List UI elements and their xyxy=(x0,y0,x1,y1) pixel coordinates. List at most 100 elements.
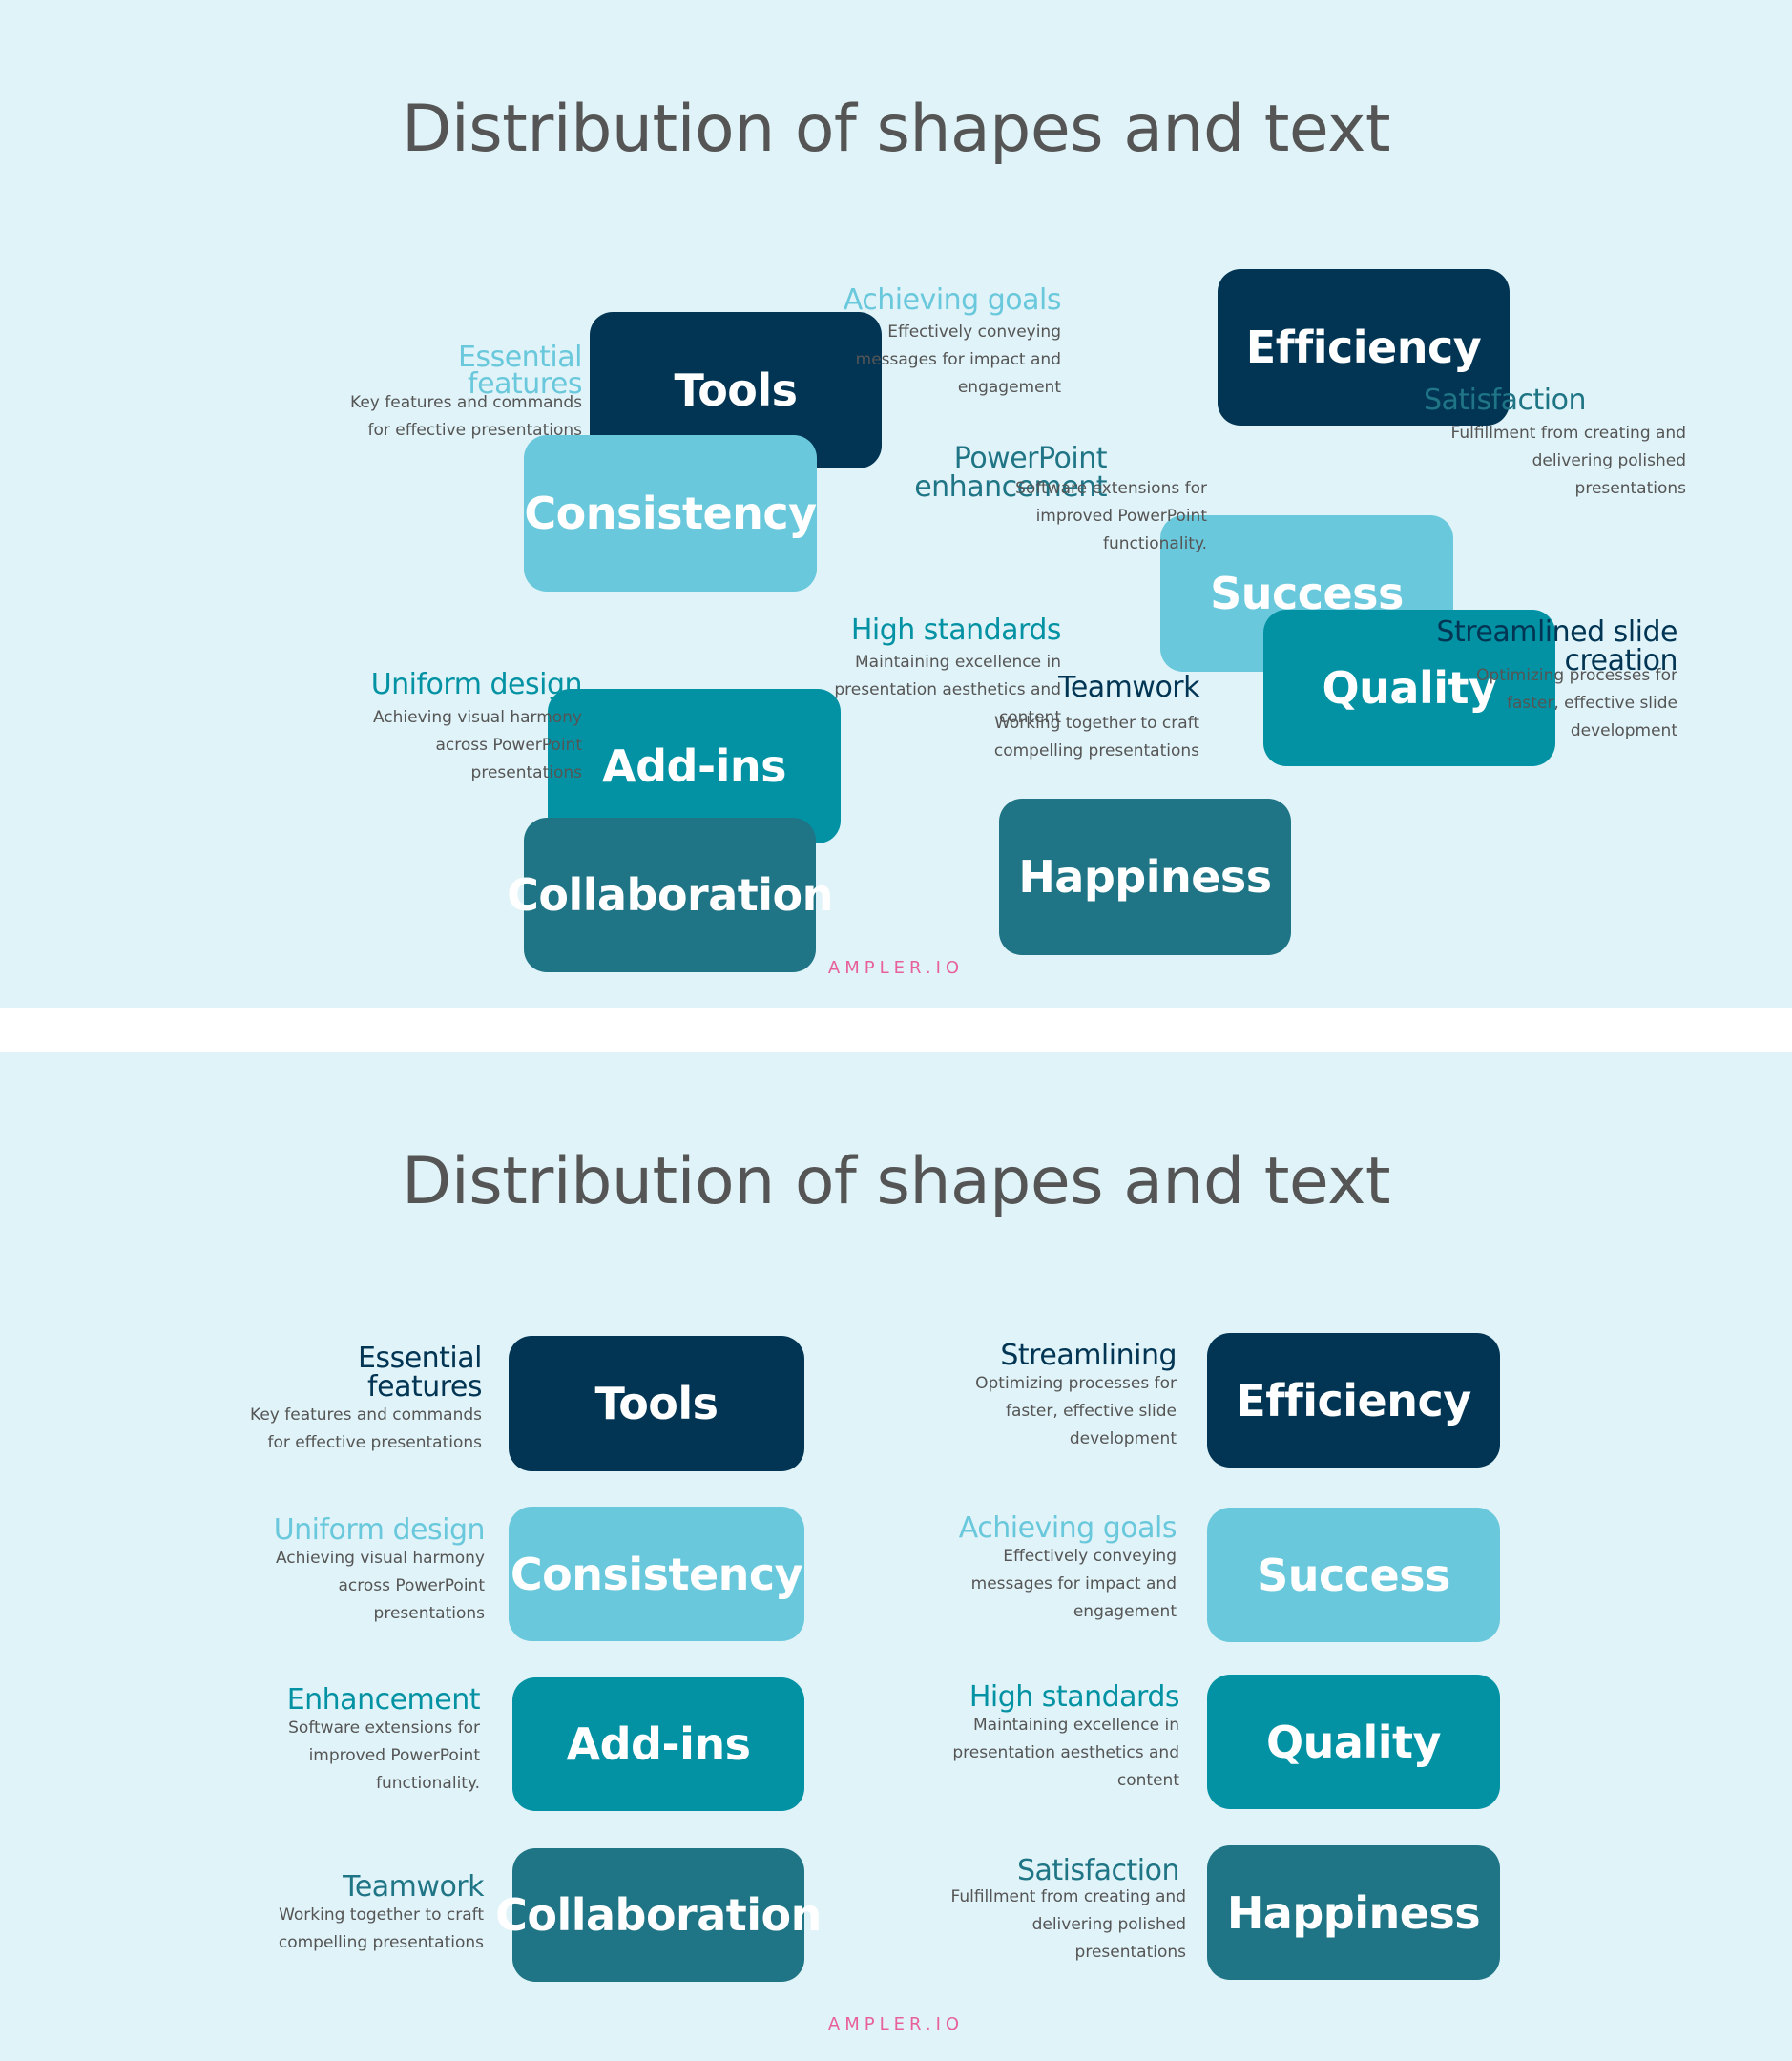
label-uniform-design: Uniform design Achieving visual harmony a… xyxy=(274,1516,486,1628)
label-heading: High standards xyxy=(850,614,1062,647)
label-heading: Enhancement xyxy=(286,1683,481,1717)
label-desc-line: Software extensions for xyxy=(1015,479,1207,498)
label-streamlining: Streamlining Optimizing processes for fas… xyxy=(975,1342,1177,1453)
label-satisfaction-desc: Fulfillment from creating and delivering … xyxy=(950,1884,1186,1967)
label-powerpoint-enhancement-desc: Software extensions for improved PowerPoi… xyxy=(1015,471,1207,558)
label-desc-line: Working together to craft xyxy=(279,1905,484,1925)
label-heading: Streamlined slide xyxy=(1436,615,1677,649)
box-quality: Quality xyxy=(1207,1675,1500,1809)
label-desc-line: faster, effective slide xyxy=(1005,1402,1177,1421)
label-desc-line: Achieving visual harmony xyxy=(275,1549,485,1568)
label-desc-line: presentations xyxy=(373,1604,485,1623)
box-label: Happiness xyxy=(1018,851,1272,903)
label-heading: PowerPoint xyxy=(953,442,1108,475)
label-satisfaction: Satisfaction xyxy=(1423,384,1587,417)
box-collaboration: Collaboration xyxy=(507,818,833,972)
label-desc-line: Effectively conveying xyxy=(887,323,1061,342)
box-label: Tools xyxy=(594,1378,719,1429)
label-heading: Teamwork xyxy=(1058,671,1199,704)
label-desc-line: improved PowerPoint xyxy=(1035,507,1207,526)
label-heading: features xyxy=(367,1370,482,1404)
label-desc-line: messages for impact and xyxy=(970,1574,1177,1593)
label-desc-line: Fulfillment from creating and xyxy=(950,1887,1186,1906)
label-heading: Uniform design xyxy=(370,668,583,701)
label-desc-line: faster, effective slide xyxy=(1506,694,1677,713)
box-label: Efficiency xyxy=(1245,322,1482,373)
label-streamlined-desc: Optimizing processes for faster, effectiv… xyxy=(1476,658,1677,745)
label-desc-line: Key features and commands xyxy=(350,393,582,412)
label-heading: Satisfaction xyxy=(1016,1854,1180,1887)
label-heading: Achieving goals xyxy=(843,283,1062,317)
label-desc-line: functionality. xyxy=(375,1774,480,1793)
box-collaboration: Collaboration xyxy=(495,1848,822,1982)
label-desc-line: Software extensions for xyxy=(288,1718,480,1738)
label-desc-line: Maintaining excellence in xyxy=(973,1716,1179,1735)
slide-top-scattered: Distribution of shapes and text Essentia… xyxy=(0,0,1792,1008)
label-satisfaction-desc: Fulfillment from creating and delivering … xyxy=(1450,416,1686,503)
box-success: Success xyxy=(1207,1508,1500,1642)
label-desc-line: across PowerPoint xyxy=(435,736,582,755)
label-heading: Teamwork xyxy=(343,1870,484,1904)
label-desc-line: Optimizing processes for xyxy=(1476,666,1677,685)
label-desc-line: Effectively conveying xyxy=(1003,1547,1177,1566)
box-label: Quality xyxy=(1266,1716,1441,1768)
label-achieving-goals: Achieving goals Effectively conveying mes… xyxy=(959,1514,1177,1626)
label-high-standards: High standards Maintaining excellence in… xyxy=(952,1683,1179,1795)
label-satisfaction: Satisfaction xyxy=(1016,1854,1180,1887)
box-addins: Add-ins xyxy=(512,1677,804,1811)
label-desc-line: Optimizing processes for xyxy=(975,1374,1177,1393)
label-desc-line: content xyxy=(1116,1771,1179,1790)
label-desc-line: Maintaining excellence in xyxy=(855,653,1061,672)
slide-title: Distribution of shapes and text xyxy=(402,92,1390,167)
label-desc-line: presentation aesthetics and xyxy=(952,1743,1179,1762)
label-desc-line: across PowerPoint xyxy=(338,1576,485,1595)
box-label: Add-ins xyxy=(566,1718,751,1770)
label-desc-line: Achieving visual harmony xyxy=(372,708,582,727)
label-desc-line: presentations xyxy=(1074,1943,1186,1962)
label-desc-line: engagement xyxy=(1073,1602,1177,1621)
label-heading: Achieving goals xyxy=(958,1511,1177,1545)
footer-brand: AMPLER.IO xyxy=(827,2014,965,2034)
label-heading: Streamlining xyxy=(1000,1339,1177,1372)
slide-title: Distribution of shapes and text xyxy=(402,1144,1390,1219)
box-label: Efficiency xyxy=(1236,1374,1471,1426)
label-uniform-desc: Achieving visual harmony across PowerPoin… xyxy=(373,700,582,787)
label-desc-line: development xyxy=(1570,721,1677,740)
box-efficiency: Efficiency xyxy=(1207,1333,1500,1468)
box-label: Success xyxy=(1257,1549,1450,1601)
box-label: Consistency xyxy=(524,488,817,539)
box-consistency: Consistency xyxy=(509,1507,804,1641)
label-uniform-design: Uniform design xyxy=(370,668,583,701)
label-desc-line: Working together to craft xyxy=(994,714,1199,733)
label-desc-line: engagement xyxy=(957,378,1061,397)
box-label: Tools xyxy=(674,364,798,416)
label-desc-line: delivering polished xyxy=(1031,1915,1186,1934)
slide-bottom-aligned: Distribution of shapes and text Essentia… xyxy=(0,1052,1792,2061)
box-happiness: Happiness xyxy=(999,799,1291,955)
box-label: Add-ins xyxy=(602,740,786,792)
label-essential-features: Essential features Key features and comma… xyxy=(250,1344,482,1457)
label-heading: High standards xyxy=(969,1680,1180,1714)
box-label: Collaboration xyxy=(495,1889,822,1941)
box-label: Happiness xyxy=(1226,1886,1481,1939)
label-heading: Satisfaction xyxy=(1423,384,1587,417)
label-desc-line: Fulfillment from creating and xyxy=(1450,424,1686,443)
label-desc-line: compelling presentations xyxy=(993,741,1199,760)
box-tools: Tools xyxy=(509,1336,804,1471)
label-desc-line: Key features and commands xyxy=(250,1405,482,1425)
label-desc-line: presentations xyxy=(470,763,582,782)
label-teamwork: Teamwork Working together to craft compel… xyxy=(278,1870,485,1957)
label-desc-line: messages for impact and xyxy=(855,350,1061,369)
label-achieving-goals: Achieving goals Effectively conveying mes… xyxy=(843,283,1062,402)
box-happiness: Happiness xyxy=(1207,1845,1500,1980)
label-desc-line: development xyxy=(1069,1429,1177,1448)
label-desc-line: presentations xyxy=(1574,479,1686,498)
label-desc-line: for effective presentations xyxy=(267,1433,482,1452)
footer-brand: AMPLER.IO xyxy=(827,958,965,978)
label-desc-line: compelling presentations xyxy=(278,1933,484,1952)
label-teamwork: Teamwork Working together to craft compel… xyxy=(993,671,1200,765)
label-heading: Essential xyxy=(357,1342,483,1375)
label-desc-line: functionality. xyxy=(1102,534,1207,553)
label-desc-line: delivering polished xyxy=(1532,451,1686,470)
box-label: Collaboration xyxy=(507,869,833,921)
